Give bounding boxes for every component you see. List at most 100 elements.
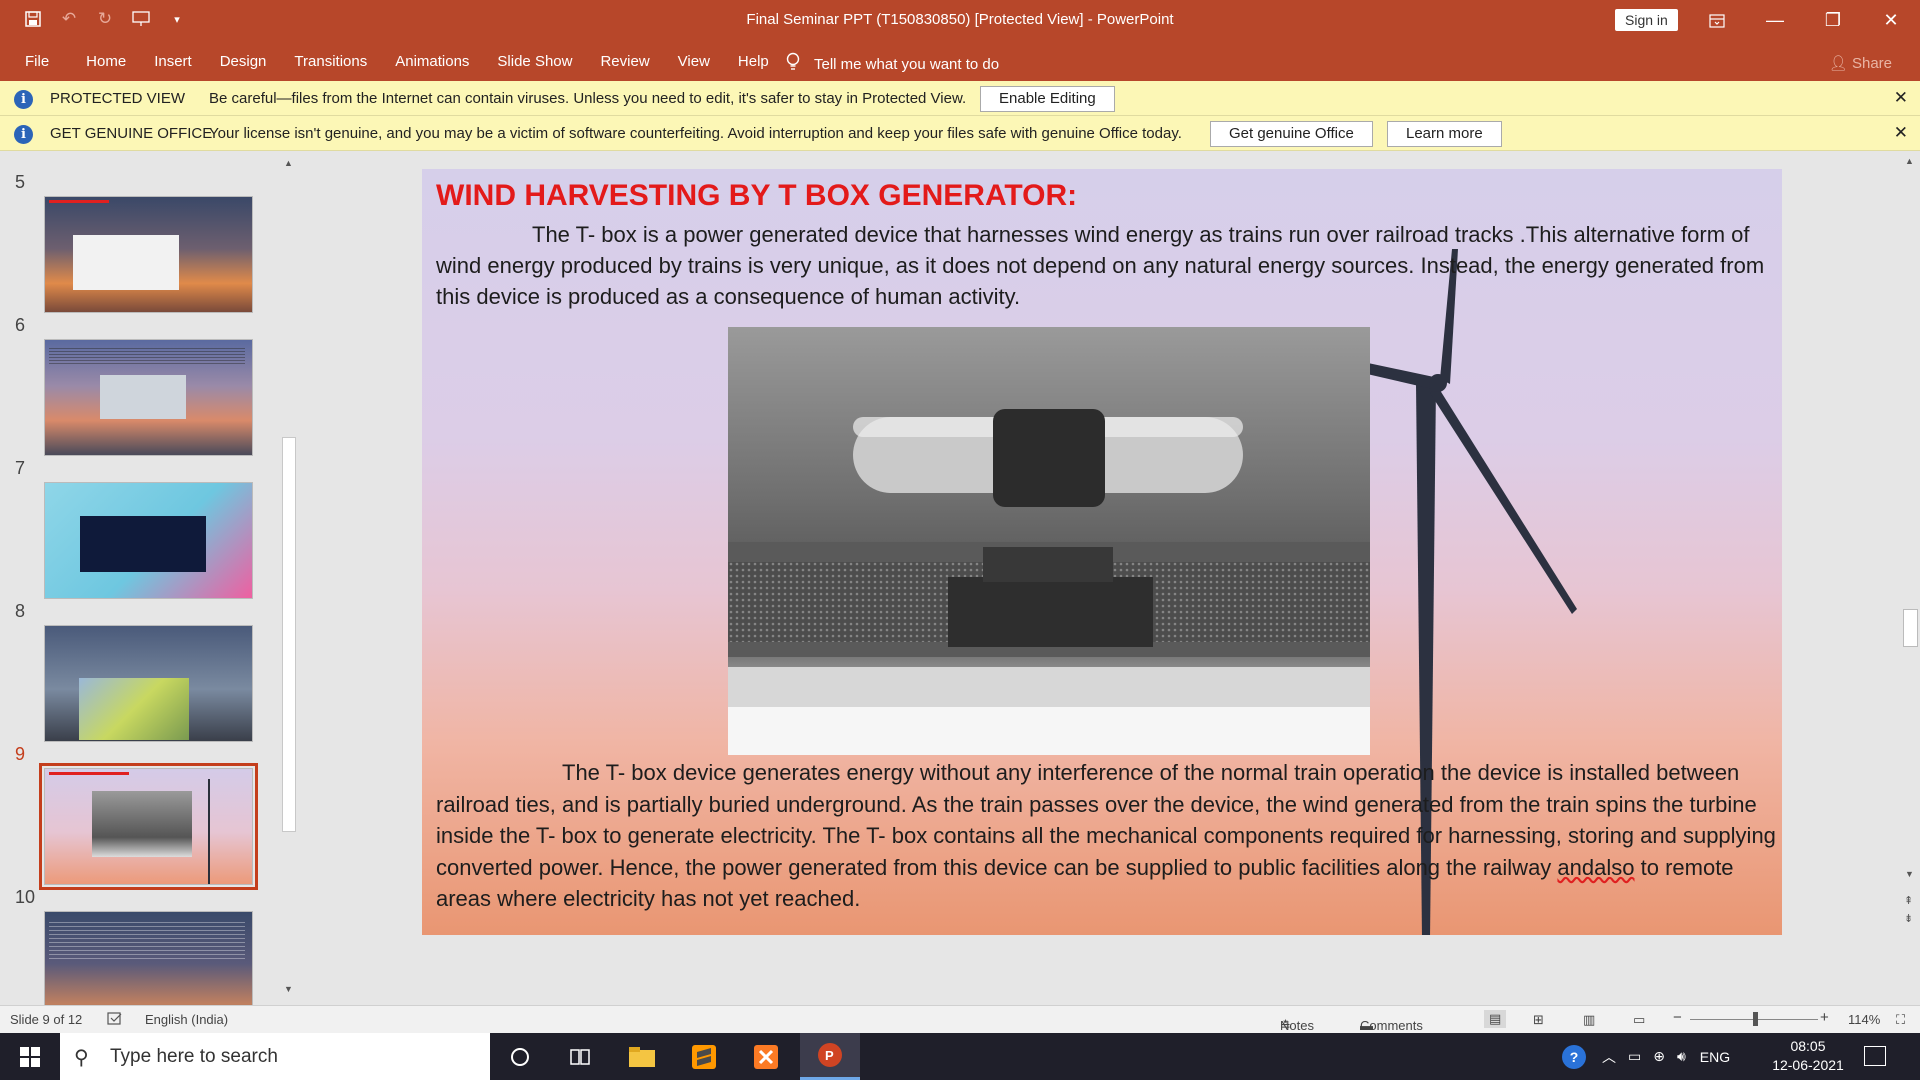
tab-insert[interactable]: Insert [154, 53, 192, 70]
genuine-office-bar: i GET GENUINE OFFICE Your license isn't … [0, 116, 1920, 151]
share-button[interactable]: 👤︎ Share [1829, 54, 1892, 72]
next-slide-icon[interactable]: ⇟ [1904, 912, 1913, 925]
present-from-beginning-icon[interactable] [130, 8, 152, 30]
thumbnail-image [92, 791, 192, 857]
slide-thumbnail-selected[interactable] [39, 763, 258, 890]
fit-to-window-icon[interactable]: ⛶ [1896, 1012, 1905, 1028]
get-genuine-office-button[interactable]: Get genuine Office [1210, 121, 1373, 147]
help-icon[interactable]: ? [1562, 1044, 1586, 1069]
save-icon[interactable] [22, 8, 44, 30]
scroll-up-icon[interactable]: ▲ [284, 158, 293, 168]
zoom-in-icon[interactable]: + [1820, 1009, 1829, 1026]
network-icon[interactable]: ⊕ [1653, 1048, 1665, 1065]
slide-number: 5 [15, 172, 26, 192]
customize-qat-icon[interactable]: ▾ [166, 8, 188, 30]
learn-more-button[interactable]: Learn more [1387, 121, 1502, 147]
windows-logo-icon [20, 1046, 40, 1067]
volume-icon[interactable]: 🔊︎ [1677, 1048, 1686, 1065]
restore-icon[interactable]: ❐ [1804, 0, 1862, 41]
previous-slide-icon[interactable]: ⇞ [1904, 894, 1913, 907]
info-icon: i [14, 90, 33, 109]
scroll-down-icon[interactable]: ▼ [284, 984, 293, 994]
t-box-generator-image [728, 327, 1370, 755]
quick-access-toolbar: ↶ ↻ ▾ [22, 8, 188, 30]
tab-slide-show[interactable]: Slide Show [497, 53, 572, 70]
slide-thumbnails-pane: 5 6 7 8 9 10 [0, 152, 300, 1028]
slide-sorter-icon[interactable]: ⊞ [1533, 1012, 1544, 1028]
cortana-icon[interactable] [490, 1033, 550, 1080]
slide-number: 8 [15, 601, 26, 621]
redo-icon[interactable]: ↻ [94, 8, 116, 30]
tab-file[interactable]: File [25, 53, 49, 70]
tab-help[interactable]: Help [738, 53, 769, 70]
reading-view-icon[interactable]: ▥ [1583, 1012, 1595, 1028]
action-center-icon[interactable] [1864, 1046, 1886, 1066]
ribbon-display-options-icon[interactable] [1688, 0, 1746, 41]
scrollbar-thumb[interactable] [1903, 609, 1918, 647]
slide-number: 9 [15, 744, 26, 764]
spelling-check-icon[interactable] [107, 1012, 123, 1029]
tab-design[interactable]: Design [220, 53, 267, 70]
show-hidden-icons-icon[interactable]: ︿ [1602, 1047, 1616, 1067]
ribbon-tabs: File Home Insert Design Transitions Anim… [0, 41, 1920, 81]
file-explorer-icon[interactable] [612, 1033, 672, 1080]
normal-view-icon[interactable]: ▤ [1484, 1010, 1507, 1028]
slide-show-view-icon[interactable]: ▭ [1633, 1012, 1645, 1028]
close-icon[interactable]: ✕ [1862, 0, 1920, 41]
tell-me-box[interactable]: Tell me what you want to do [786, 52, 999, 76]
window-controls: — ❐ ✕ [1688, 0, 1920, 41]
svg-text:P: P [825, 1048, 834, 1063]
zoom-out-icon[interactable]: − [1673, 1009, 1682, 1026]
thumbnail-image [100, 375, 186, 419]
protected-view-bar: i PROTECTED VIEW Be careful—files from t… [0, 81, 1920, 116]
protected-view-label: PROTECTED VIEW [50, 90, 186, 107]
slide-paragraph-intro: The T- box is a power generated device t… [436, 219, 1776, 312]
thumbnail-title-bar [49, 772, 129, 775]
sign-in-button[interactable]: Sign in [1615, 9, 1678, 31]
input-language[interactable]: ENG [1700, 1049, 1730, 1065]
slide-thumbnail[interactable] [44, 482, 253, 599]
t-box-device-illustration [728, 409, 1370, 755]
comments-label: Comments [1360, 1018, 1423, 1033]
notes-label: Notes [1280, 1018, 1314, 1033]
powerpoint-taskbar-icon[interactable]: P [800, 1033, 860, 1080]
tab-view[interactable]: View [678, 53, 710, 70]
task-view-icon[interactable] [550, 1033, 610, 1080]
zoom-slider-knob[interactable] [1753, 1012, 1758, 1026]
close-protected-bar-icon[interactable]: ✕ [1894, 88, 1908, 108]
taskbar-search-box[interactable]: ⚲ Type here to search [60, 1033, 490, 1080]
slide-canvas[interactable]: WIND HARVESTING BY T BOX GENERATOR: The … [422, 169, 1782, 935]
tab-transitions[interactable]: Transitions [294, 53, 367, 70]
tab-home[interactable]: Home [86, 53, 126, 70]
tell-me-text: Tell me what you want to do [814, 55, 1000, 73]
slide-title: WIND HARVESTING BY T BOX GENERATOR: [436, 179, 1078, 212]
slide-scrollbar[interactable]: ▲ ▼ ⇞ ⇟ [1900, 152, 1920, 964]
tab-animations[interactable]: Animations [395, 53, 469, 70]
slide-thumbnail[interactable] [44, 196, 253, 313]
windows-taskbar: ⚲ Type here to search P ? ︿ ▭ ⊕ 🔊︎ ENG 0… [0, 1033, 1920, 1080]
sublime-text-icon[interactable] [674, 1033, 734, 1080]
scrollbar-thumb[interactable] [282, 437, 296, 832]
start-button[interactable] [0, 1033, 60, 1080]
slide-thumbnail[interactable] [44, 625, 253, 742]
scroll-up-icon[interactable]: ▲ [1905, 156, 1914, 166]
person-icon: 👤︎ [1828, 55, 1848, 72]
protected-view-message: Be careful—files from the Internet can c… [209, 90, 967, 107]
slide-thumbnail[interactable] [44, 339, 253, 456]
language-indicator[interactable]: English (India) [145, 1012, 228, 1027]
minimize-icon[interactable]: — [1746, 0, 1804, 41]
close-genuine-bar-icon[interactable]: ✕ [1894, 123, 1908, 143]
system-tray: ? ︿ ▭ ⊕ 🔊︎ ENG [1562, 1033, 1730, 1080]
tab-review[interactable]: Review [600, 53, 649, 70]
battery-icon[interactable]: ▭ [1628, 1048, 1641, 1065]
thumbnail-text [49, 348, 245, 366]
thumbnail-scrollbar[interactable]: ▲ ▼ [280, 152, 296, 1000]
undo-icon[interactable]: ↶ [58, 8, 80, 30]
thumbnail-image [73, 235, 179, 290]
taskbar-clock[interactable]: 08:05 12-06-2021 [1768, 1037, 1848, 1075]
zoom-level[interactable]: 114% [1848, 1012, 1880, 1027]
info-icon: i [14, 125, 33, 144]
enable-editing-button[interactable]: Enable Editing [980, 86, 1115, 112]
xampp-icon[interactable] [736, 1033, 796, 1080]
scroll-down-icon[interactable]: ▼ [1905, 869, 1914, 879]
